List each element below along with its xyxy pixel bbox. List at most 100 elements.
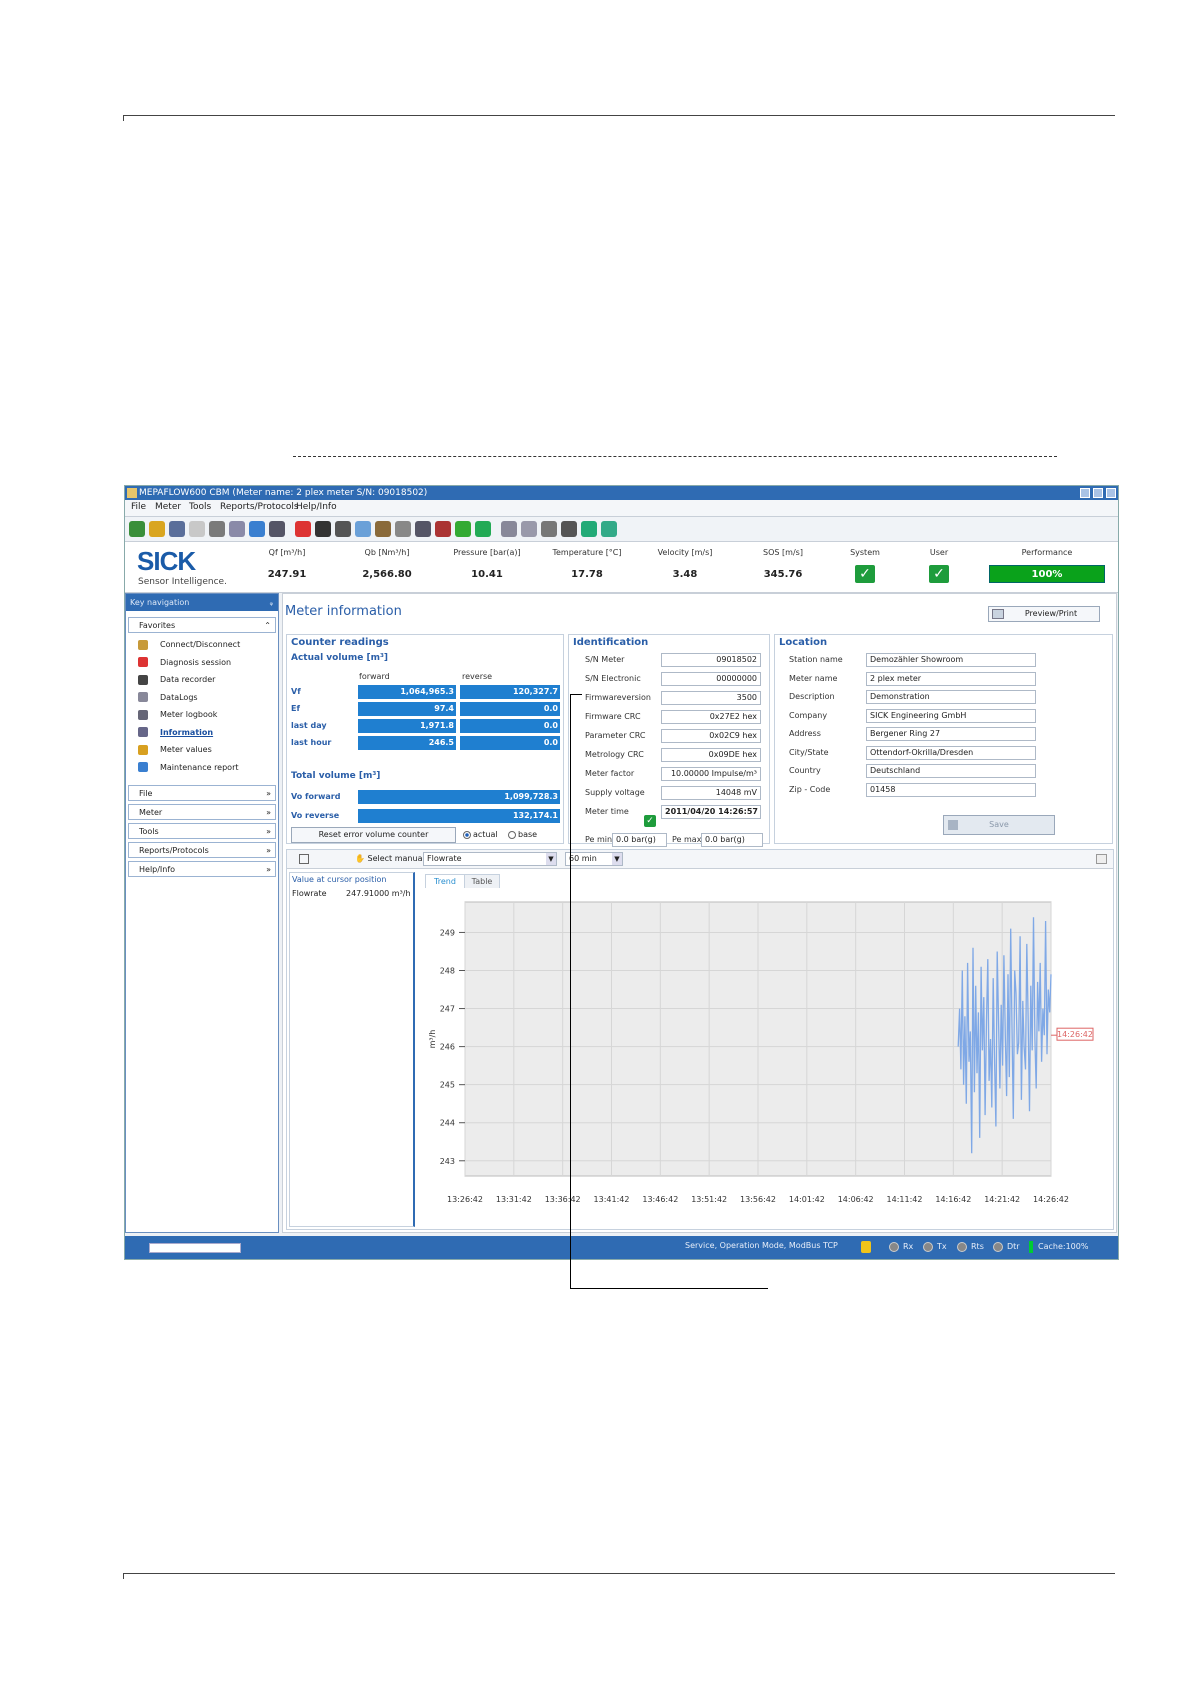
counter-forward-value: 97.4 bbox=[358, 702, 456, 716]
x-tick-label: 14:26:42 bbox=[1033, 1195, 1069, 1204]
ident-label: Meter factor bbox=[585, 769, 635, 778]
menu-meter[interactable]: Meter bbox=[155, 502, 181, 512]
nav-item-maintenance-report[interactable]: Maintenance report bbox=[138, 761, 239, 775]
nav-item-meter-logbook[interactable]: Meter logbook bbox=[138, 708, 217, 722]
measure-label-pressure: Pressure [bar(a)] bbox=[453, 548, 521, 557]
location-field[interactable]: SICK Engineering GmbH bbox=[866, 708, 1036, 723]
book-icon[interactable] bbox=[169, 521, 185, 537]
gauge-icon[interactable] bbox=[455, 521, 471, 537]
users-icon[interactable] bbox=[249, 521, 265, 537]
nav-section-label: File bbox=[139, 789, 153, 798]
x-tick-label: 14:21:42 bbox=[984, 1195, 1020, 1204]
print-icon[interactable] bbox=[521, 521, 537, 537]
location-field[interactable]: Bergener Ring 27 bbox=[866, 727, 1036, 741]
nav-item-connect-disconnect[interactable]: Connect/Disconnect bbox=[138, 638, 240, 652]
location-field[interactable]: Deutschland bbox=[866, 764, 1036, 778]
x-tick-label: 13:56:42 bbox=[740, 1195, 776, 1204]
location-field[interactable]: Demozähler Showroom bbox=[866, 653, 1036, 667]
pe-min-value: 0.0 bar(g) bbox=[612, 833, 667, 847]
rts-label: Rts bbox=[971, 1242, 984, 1251]
range-select[interactable]: 60 min ▼ bbox=[565, 852, 623, 866]
ident-value: 0x27E2 hex bbox=[661, 710, 761, 724]
nav-section-label: Reports/Protocols bbox=[139, 846, 209, 855]
minimize-button[interactable] bbox=[1080, 488, 1090, 498]
ident-value: 3500 bbox=[661, 691, 761, 705]
value-select-text: Flowrate bbox=[427, 854, 462, 863]
palette-icon[interactable] bbox=[435, 521, 451, 537]
total-volume-title: Total volume [m³] bbox=[291, 771, 381, 781]
performance-label: Performance bbox=[1021, 548, 1073, 557]
wrench-icon[interactable] bbox=[415, 521, 431, 537]
nav-item-meter-values[interactable]: Meter values bbox=[138, 743, 212, 757]
nav-item-label: Meter logbook bbox=[160, 710, 218, 719]
monitor-icon[interactable] bbox=[269, 521, 285, 537]
measure-value-velocity: 3.48 bbox=[672, 569, 698, 580]
scale-icon[interactable] bbox=[375, 521, 391, 537]
printer-icon bbox=[992, 609, 1004, 619]
nav-section-reports[interactable]: Reports/Protocols » bbox=[128, 842, 276, 858]
nav-section-tools[interactable]: Tools » bbox=[128, 823, 276, 839]
location-label: Description bbox=[789, 692, 835, 701]
recorder-icon[interactable] bbox=[315, 521, 331, 537]
location-field[interactable]: Ottendorf-Okrilla/Dresden bbox=[866, 745, 1036, 760]
report-icon bbox=[138, 762, 148, 772]
nav-section-file[interactable]: File » bbox=[128, 785, 276, 801]
menu-reports[interactable]: Reports/Protocols bbox=[220, 502, 299, 512]
nav-item-datalogs[interactable]: DataLogs bbox=[138, 691, 198, 705]
location-field[interactable]: 01458 bbox=[866, 782, 1036, 797]
page-icon[interactable] bbox=[501, 521, 517, 537]
select-manually-toggle[interactable]: ✋ Select manually bbox=[355, 854, 432, 863]
counter-forward-value: 1,064,965.3 bbox=[358, 685, 456, 699]
pin-icon[interactable]: ᵩ bbox=[270, 594, 273, 611]
nav-section-favorites-label: Favorites bbox=[139, 621, 176, 630]
diagnosis-icon[interactable] bbox=[149, 521, 165, 537]
nav-item-diagnosis-session[interactable]: Diagnosis session bbox=[138, 656, 231, 670]
window-restore-icon[interactable] bbox=[1096, 854, 1107, 864]
counter-row-label: Vf bbox=[291, 687, 301, 696]
hands-icon[interactable] bbox=[541, 521, 557, 537]
ident-value: 2011/04/20 14:26:57 bbox=[661, 805, 761, 819]
reset-error-volume-button[interactable]: Reset error volume counter bbox=[291, 827, 456, 843]
rx-label: Rx bbox=[903, 1242, 914, 1251]
menu-file[interactable]: File bbox=[131, 502, 146, 512]
nav-section-favorites[interactable]: Favorites ⌃ bbox=[128, 617, 276, 633]
save-button[interactable]: Save bbox=[943, 815, 1055, 835]
close-button[interactable] bbox=[1106, 488, 1116, 498]
location-field[interactable]: Demonstration bbox=[866, 690, 1036, 704]
calculator-icon[interactable] bbox=[355, 521, 371, 537]
radio-base[interactable]: base bbox=[508, 830, 537, 839]
maximize-button[interactable] bbox=[1093, 488, 1103, 498]
tools-icon[interactable] bbox=[475, 521, 491, 537]
cursor-value-pane: Value at cursor position Flowrate 247.91… bbox=[289, 872, 415, 1227]
nav-item-data-recorder[interactable]: Data recorder bbox=[138, 673, 215, 687]
rts-led-icon bbox=[957, 1242, 967, 1252]
nav-section-meter[interactable]: Meter » bbox=[128, 804, 276, 820]
key-navigation-title: Key navigation bbox=[130, 598, 190, 607]
value-select[interactable]: Flowrate ▼ bbox=[423, 852, 557, 866]
binoculars-icon[interactable] bbox=[335, 521, 351, 537]
disconnect-icon[interactable] bbox=[209, 521, 225, 537]
key-navigation-header[interactable]: Key navigation ᵩ bbox=[126, 594, 278, 611]
plug-icon[interactable] bbox=[189, 521, 205, 537]
trend-panel: ✋ Select manually Flowrate ▼ 60 min ▼ Valu… bbox=[286, 849, 1114, 1230]
plus-icon[interactable] bbox=[295, 521, 311, 537]
trend-chart[interactable]: 13:26:42 13:31:42 13:36:42 13:41:42 13:46:42… bbox=[423, 888, 1111, 1228]
preview-print-button[interactable]: Preview/Print bbox=[988, 606, 1100, 622]
location-field[interactable]: 2 plex meter bbox=[866, 671, 1036, 686]
gear-icon[interactable] bbox=[229, 521, 245, 537]
connect-icon[interactable] bbox=[129, 521, 145, 537]
radio-actual[interactable]: actual bbox=[463, 830, 498, 839]
y-axis-label: m³/h bbox=[428, 1030, 437, 1049]
bar-chart-icon[interactable] bbox=[601, 521, 617, 537]
export-icon[interactable] bbox=[299, 854, 309, 864]
chart-icon[interactable] bbox=[581, 521, 597, 537]
menu-help[interactable]: Help/Info bbox=[296, 502, 337, 512]
x-tick-label: 14:11:42 bbox=[887, 1195, 923, 1204]
menu-tools[interactable]: Tools bbox=[189, 502, 211, 512]
counter-row-label: last hour bbox=[291, 738, 332, 747]
list-icon[interactable] bbox=[561, 521, 577, 537]
nav-item-information[interactable]: Information bbox=[138, 726, 213, 740]
tab-trend[interactable]: Trend bbox=[425, 874, 465, 889]
nav-section-help[interactable]: Help/Info » bbox=[128, 861, 276, 877]
report-icon[interactable] bbox=[395, 521, 411, 537]
